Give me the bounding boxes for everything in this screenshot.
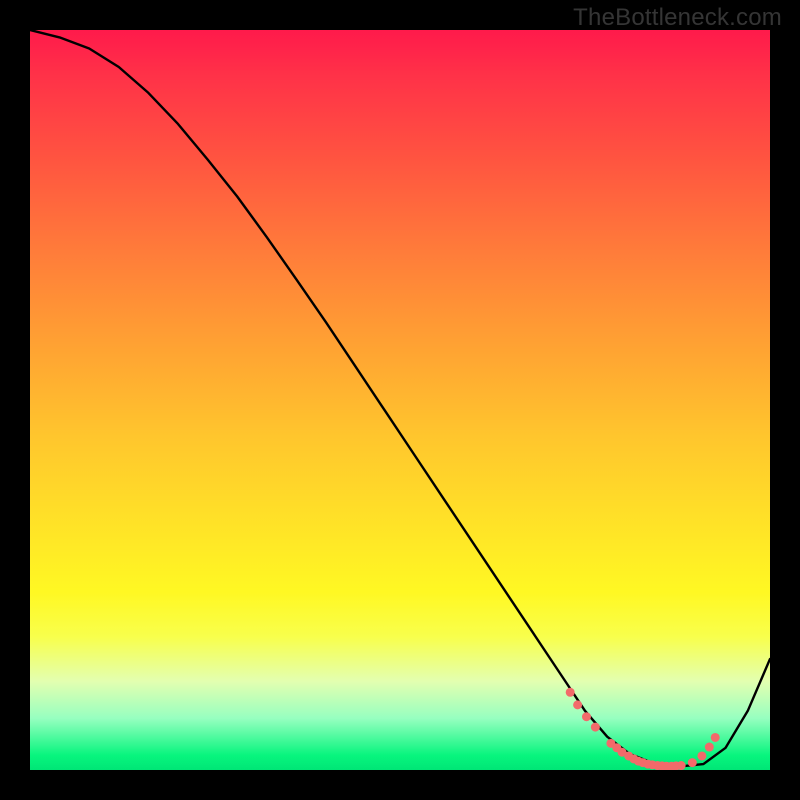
marker-point bbox=[711, 733, 720, 742]
chart-svg bbox=[30, 30, 770, 770]
marker-point bbox=[566, 688, 575, 697]
marker-point bbox=[582, 712, 591, 721]
marker-point bbox=[697, 751, 706, 760]
highlight-markers bbox=[566, 688, 720, 770]
marker-point bbox=[688, 758, 697, 767]
plot-area bbox=[30, 30, 770, 770]
bottleneck-curve bbox=[30, 30, 770, 766]
marker-point bbox=[573, 700, 582, 709]
marker-point bbox=[705, 743, 714, 752]
watermark-text: TheBottleneck.com bbox=[573, 4, 782, 32]
marker-point bbox=[677, 761, 686, 770]
marker-point bbox=[591, 723, 600, 732]
chart-frame: TheBottleneck.com bbox=[0, 0, 800, 800]
